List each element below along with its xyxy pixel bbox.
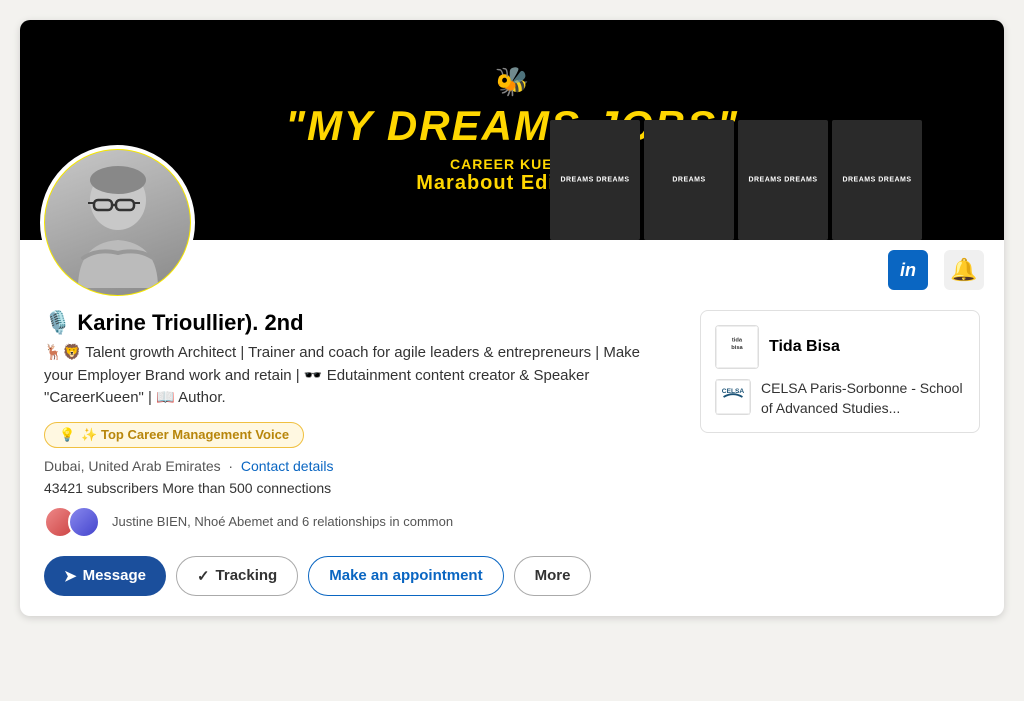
book-label-1: DREAMS DREAMS <box>560 175 629 184</box>
profile-name-text: Karine Trioullier). 2nd <box>77 310 303 336</box>
profile-headline: 🦌🦁 Talent growth Architect | Trainer and… <box>44 342 670 410</box>
book-label-2: DREAMS <box>672 175 705 184</box>
mutual-avatar-2 <box>68 506 100 538</box>
banner-books: DREAMS DREAMS DREAMS DREAMS DREAMS DREAM… <box>548 120 924 240</box>
appointment-button[interactable]: Make an appointment <box>308 556 503 596</box>
appointment-label: Make an appointment <box>329 567 482 584</box>
book-3: DREAMS DREAMS <box>738 120 828 240</box>
location-text: Dubai, United Arab Emirates <box>44 458 221 474</box>
message-button[interactable]: ➤ Message <box>44 556 166 596</box>
more-label: More <box>535 567 571 584</box>
mutual-avatars <box>44 506 92 538</box>
company-name: Tida Bisa <box>769 338 840 356</box>
edu-row: CELSA CELSA Paris-Sorbonne - School of A… <box>715 379 965 418</box>
book-label-4: DREAMS DREAMS <box>842 175 911 184</box>
profile-name-emoji: 🎙️ <box>44 310 71 336</box>
profile-side: tida bisa Tida Bisa CELSA <box>700 300 980 443</box>
action-buttons: ➤ Message ✓ Tracking Make an appointment… <box>44 556 670 596</box>
profile-main: 🎙️ Karine Trioullier). 2nd 🦌🦁 Talent gro… <box>44 300 670 616</box>
avatar-image <box>58 158 178 288</box>
svg-text:tida: tida <box>732 337 743 343</box>
profile-card: 🐝 "MY DREAMS JOBS" CAREER KUEEN Marabout… <box>20 20 1004 616</box>
banner-wrapper: 🐝 "MY DREAMS JOBS" CAREER KUEEN Marabout… <box>20 20 1004 240</box>
mutual-text: Justine BIEN, Nhoé Abemet and 6 relation… <box>112 514 453 529</box>
book-label-3: DREAMS DREAMS <box>748 175 817 184</box>
badge-text: ✨ Top Career Management Voice <box>81 427 289 443</box>
profile-name: 🎙️ Karine Trioullier). 2nd <box>44 310 670 336</box>
company-row: tida bisa Tida Bisa <box>715 325 965 369</box>
linkedin-icon[interactable]: in <box>888 250 928 290</box>
edu-logo: CELSA <box>715 379 751 415</box>
message-icon: ➤ <box>64 567 77 585</box>
contact-details-link[interactable]: Contact details <box>241 458 334 474</box>
book-2: DREAMS <box>644 120 734 240</box>
profile-area: 🎙️ Karine Trioullier). 2nd 🦌🦁 Talent gro… <box>20 300 1004 616</box>
top-right-icons: in 🔔 <box>888 250 984 290</box>
profile-top-row: 🎙️ Karine Trioullier). 2nd 🦌🦁 Talent gro… <box>44 300 980 616</box>
message-label: Message <box>83 567 146 584</box>
book-1: DREAMS DREAMS <box>550 120 640 240</box>
profile-location: Dubai, United Arab Emirates · Contact de… <box>44 458 670 474</box>
tracking-button[interactable]: ✓ Tracking <box>176 556 298 596</box>
top-voice-badge: 💡 ✨ Top Career Management Voice <box>44 422 304 448</box>
notification-bell-icon[interactable]: 🔔 <box>944 250 984 290</box>
profile-stats: 43421 subscribers More than 500 connecti… <box>44 480 670 496</box>
edu-name: CELSA Paris-Sorbonne - School of Advance… <box>761 379 965 418</box>
bee-icon: 🐝 <box>495 65 530 98</box>
svg-text:bisa: bisa <box>731 345 743 351</box>
tracking-check-icon: ✓ <box>197 567 210 585</box>
company-logo: tida bisa <box>715 325 759 369</box>
book-4: DREAMS DREAMS <box>832 120 922 240</box>
tracking-label: Tracking <box>216 567 278 584</box>
avatar-inner <box>45 150 190 295</box>
avatar <box>40 145 195 300</box>
mutual-connections: Justine BIEN, Nhoé Abemet and 6 relation… <box>44 506 670 538</box>
badge-emoji: 💡 <box>59 427 75 443</box>
side-company-card: tida bisa Tida Bisa CELSA <box>700 310 980 433</box>
more-button[interactable]: More <box>514 556 592 596</box>
